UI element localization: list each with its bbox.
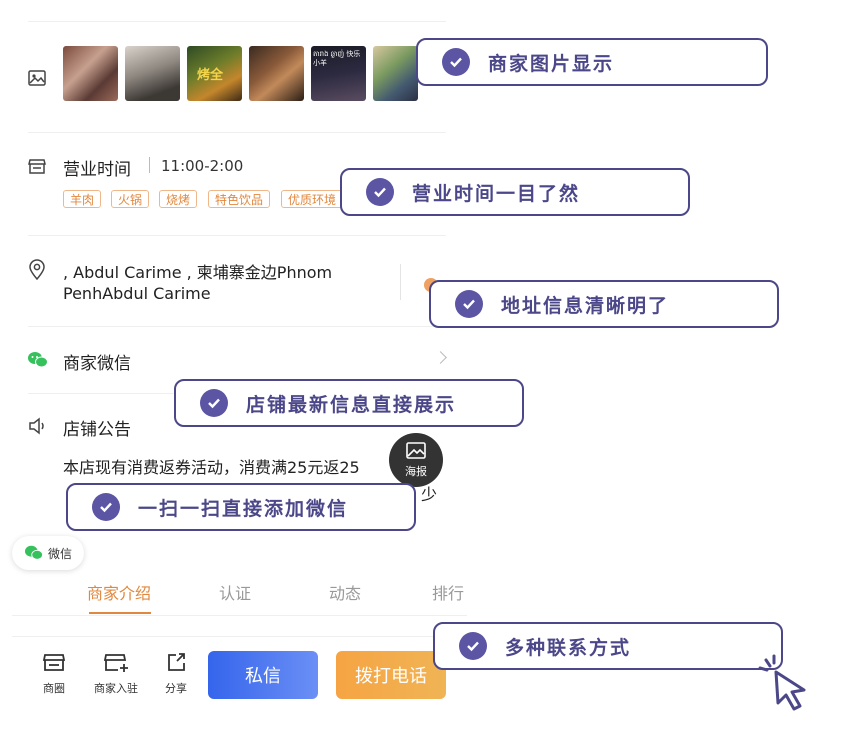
callout-text: 店铺最新信息直接展示 — [246, 393, 457, 416]
tab-certification[interactable]: 认证 — [219, 580, 251, 604]
location-pin-icon — [27, 259, 49, 281]
callout-text: 一扫一扫直接添加微信 — [138, 497, 349, 520]
notice-label: 店铺公告 — [63, 420, 131, 440]
tag-item: 优质环境 — [281, 190, 344, 208]
tab-updates[interactable]: 动态 — [329, 580, 361, 604]
bottom-share-button[interactable]: 分享 — [160, 650, 192, 696]
check-icon — [366, 178, 394, 206]
bottom-store-label: 商圈 — [43, 682, 65, 695]
callout-photos: 商家图片显示 — [416, 38, 768, 86]
tab-merchant-intro[interactable]: 商家介绍 — [87, 580, 151, 604]
callout-notice: 店铺最新信息直接展示 — [174, 379, 524, 427]
store-add-icon — [103, 654, 128, 672]
image-icon — [27, 68, 49, 90]
message-button[interactable]: 私信 — [208, 651, 318, 699]
check-icon — [200, 389, 228, 417]
check-icon — [459, 632, 487, 660]
thumb-caption: តារាង ឆ្ងាញ់ 快乐小羊 — [313, 50, 361, 67]
poster-button[interactable]: 海报 — [389, 433, 443, 487]
bottom-share-label: 分享 — [165, 682, 187, 695]
address-line-2[interactable]: PenhAbdul Carime — [63, 284, 211, 303]
shop-photo-thumbnail[interactable]: 烤全 — [187, 46, 242, 101]
callout-address: 地址信息清晰明了 — [429, 280, 779, 328]
speaker-icon — [27, 416, 49, 438]
callout-text: 地址信息清晰明了 — [501, 294, 670, 317]
tab-active-indicator — [89, 612, 151, 614]
tab-ranking[interactable]: 排行 — [432, 580, 464, 604]
bottom-join-button[interactable]: 商家入驻 — [90, 650, 142, 696]
picture-icon — [406, 442, 426, 459]
callout-text: 商家图片显示 — [488, 52, 615, 75]
bottom-store-button[interactable]: 商圈 — [36, 650, 72, 696]
shop-photo-thumbnail[interactable] — [249, 46, 304, 101]
shop-photo-thumbnail[interactable] — [63, 46, 118, 101]
tag-item: 羊肉 — [63, 190, 102, 208]
wechat-label[interactable]: 商家微信 — [63, 349, 131, 374]
check-icon — [455, 290, 483, 318]
tag-item: 火锅 — [111, 190, 150, 208]
wechat-icon — [25, 545, 44, 560]
address-separator — [400, 264, 401, 300]
shop-photo-thumbnail[interactable] — [125, 46, 180, 101]
wechat-icon — [27, 350, 49, 372]
callout-text: 营业时间一目了然 — [412, 182, 581, 205]
tag-item: 烧烤 — [159, 190, 198, 208]
store-icon — [27, 156, 49, 178]
callout-text: 多种联系方式 — [505, 636, 632, 659]
thumb-caption: 烤全 — [197, 68, 224, 83]
shop-photo-thumbnail[interactable]: តារាង ឆ្ងាញ់ 快乐小羊 — [311, 46, 366, 101]
shop-photo-thumbnail[interactable] — [373, 46, 418, 101]
hours-label: 营业时间 — [63, 160, 131, 180]
chevron-right-icon[interactable] — [434, 351, 447, 364]
notice-text: 本店现有消费返券活动，消费满25元返25 — [63, 458, 360, 477]
hours-separator — [149, 157, 150, 173]
callout-contact: 多种联系方式 — [433, 622, 783, 670]
hours-value: 11:00-2:00 — [161, 157, 244, 175]
poster-label: 海报 — [405, 465, 427, 478]
check-icon — [92, 493, 120, 521]
bottom-join-label: 商家入驻 — [94, 682, 138, 695]
tag-item: 特色饮品 — [208, 190, 271, 208]
cursor-pointer-icon — [758, 654, 806, 711]
callout-hours: 营业时间一目了然 — [340, 168, 690, 216]
wechat-float-button[interactable]: 微信 — [12, 536, 84, 570]
address-line-1[interactable]: , Abdul Carime , 柬埔寨金边Phnom — [63, 259, 332, 283]
share-icon — [168, 653, 185, 671]
wechat-float-label: 微信 — [48, 546, 73, 561]
call-button[interactable]: 拨打电话 — [336, 651, 446, 699]
store-icon — [42, 654, 66, 671]
check-icon — [442, 48, 470, 76]
callout-wechat: 一扫一扫直接添加微信 — [66, 483, 416, 531]
